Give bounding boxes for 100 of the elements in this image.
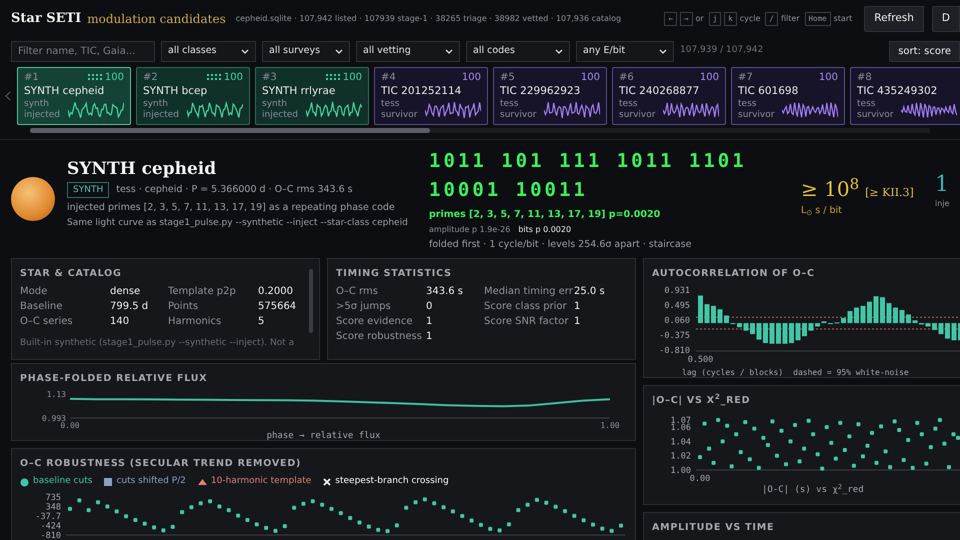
candidate-card[interactable]: #5 100 TIC 229962923 tess survivor (493, 67, 607, 125)
tick-label: 1.04 (670, 438, 691, 448)
candidate-card[interactable]: #7 100 TIC 601698 tess survivor (731, 67, 845, 125)
filter-dropdown[interactable]: all surveys (262, 40, 350, 62)
scatter-point (756, 466, 761, 470)
robustness-point (394, 523, 399, 528)
stat-label: Score class prior (484, 300, 568, 314)
scatter-point (842, 448, 847, 452)
robustness-point (152, 525, 156, 530)
stat-label: Mode (20, 285, 48, 300)
candidate-card[interactable]: #8 TIC 435249302 tess survivor (850, 67, 960, 125)
robustness-point (414, 500, 418, 504)
acf-bar (815, 323, 820, 327)
filter-dropdown[interactable]: all codes (466, 40, 570, 62)
stat-value: 1 (426, 330, 434, 344)
candidate-rank: #5 (500, 71, 515, 85)
scatter-point (752, 426, 756, 431)
robustness-point (516, 508, 520, 512)
robustness-point (330, 506, 334, 511)
shortcut-hint: filter (780, 13, 800, 25)
scatter-point (946, 465, 951, 470)
candidate-card[interactable]: #2 100 SYNTH bcep synth injected (136, 67, 250, 125)
stat-value: 343.6 s (426, 285, 464, 300)
toolbar-button[interactable]: Refresh (864, 6, 924, 32)
injection-note: injected primes [2, 3, 5, 7, 11, 13, 17, 19] as a repeating phase code (67, 201, 396, 215)
filter-dropdown[interactable]: all vetting (356, 40, 460, 62)
axis-label: phase → relative flux (266, 430, 382, 444)
acf-bar (867, 302, 872, 324)
class-badge: SYNTH (67, 182, 110, 198)
robustness-point (86, 508, 91, 512)
search-field[interactable]: Filter name, TIC, Gaia... (11, 40, 155, 62)
candidate-card[interactable]: #6 100 TIC 240268877 tess survivor (612, 67, 726, 125)
robustness-point (460, 514, 464, 518)
robustness-point (386, 528, 390, 533)
legend-label: baseline cuts (33, 475, 92, 488)
sparkline (544, 101, 600, 119)
scatter-point (834, 456, 838, 461)
stat-value: 1 (574, 315, 582, 330)
candidate-card[interactable]: #3 100 SYNTH rrlyrae synth injected (255, 67, 369, 125)
scatter-point (725, 424, 730, 428)
acf-bar (906, 314, 911, 324)
scatter-point (748, 458, 752, 462)
robustness-point (422, 497, 427, 502)
robustness-point (478, 522, 483, 527)
filter-dropdown[interactable]: any E/bit (576, 40, 674, 62)
scrollbar-thumb[interactable] (30, 128, 430, 133)
robustness-point (273, 528, 278, 533)
toolbar-button[interactable]: D (932, 6, 960, 32)
robustness-point (68, 506, 72, 511)
robustness-point (96, 500, 100, 504)
acf-bar (912, 320, 918, 324)
scatter-point (906, 438, 910, 442)
sparkline (187, 101, 243, 119)
candidate-status: survivor (738, 110, 774, 121)
scatter-point (888, 465, 892, 470)
command-note: Same light curve as stage1_pulse.py --synthetic --inject --star-class cepheid (67, 217, 409, 230)
candidate-score: 100 (580, 71, 600, 85)
acf-bar (796, 323, 800, 341)
robustness-point (133, 518, 138, 522)
candidate-name: TIC 435249302 (857, 84, 938, 99)
candidate-card[interactable]: #4 100 TIC 201252114 tess survivor (374, 67, 488, 125)
stat-label: O–C rms (336, 285, 379, 300)
scatter-point (793, 423, 798, 428)
scatter-point (788, 440, 793, 444)
acf-bar (886, 303, 892, 324)
robustness-point (450, 509, 455, 514)
robustness-point (226, 508, 231, 512)
acf-bar (756, 323, 762, 340)
stat-label: Baseline (20, 300, 64, 314)
candidate-rank: #6 (619, 71, 634, 85)
candidate-card[interactable]: #1 100 SYNTH cepheid synth injected (17, 67, 131, 125)
candidate-source: tess (857, 99, 876, 110)
panel-title: TIMING STATISTICS (336, 267, 453, 281)
candidate-name: TIC 229962923 (500, 84, 582, 99)
stat-value: 0 (426, 300, 434, 314)
candidate-status: injected (143, 110, 179, 121)
sort-button[interactable]: sort: score (889, 40, 960, 62)
star-name: SYNTH cepheid (67, 158, 218, 180)
scatter-point (933, 426, 938, 431)
scatter-point (811, 432, 816, 437)
star-meta: tess · cepheid · P = 5.366000 d · O–C rms 343.6 s (116, 182, 353, 197)
robustness-point (348, 516, 352, 520)
acf-bar (945, 323, 950, 339)
robustness-point (610, 528, 614, 533)
candidate-score: 100 (462, 71, 481, 85)
scrollbar-thumb[interactable] (309, 269, 313, 333)
candidate-source: synth (143, 99, 169, 110)
candidate-source: synth (262, 99, 288, 110)
robustness-point (301, 502, 306, 506)
energy-unit: L$_{⊙}$ s / bit (801, 204, 843, 218)
filter-dropdown[interactable]: all classes (161, 40, 256, 62)
robustness-point (619, 523, 623, 528)
robustness-point (376, 528, 380, 532)
acf-bar (789, 323, 794, 344)
robustness-point (105, 504, 110, 508)
chevron-left-icon[interactable] (4, 91, 12, 101)
robustness-point (114, 509, 119, 514)
candidate-score: 100 (818, 71, 838, 85)
scatter-point (720, 440, 725, 444)
robustness-point (358, 520, 362, 524)
